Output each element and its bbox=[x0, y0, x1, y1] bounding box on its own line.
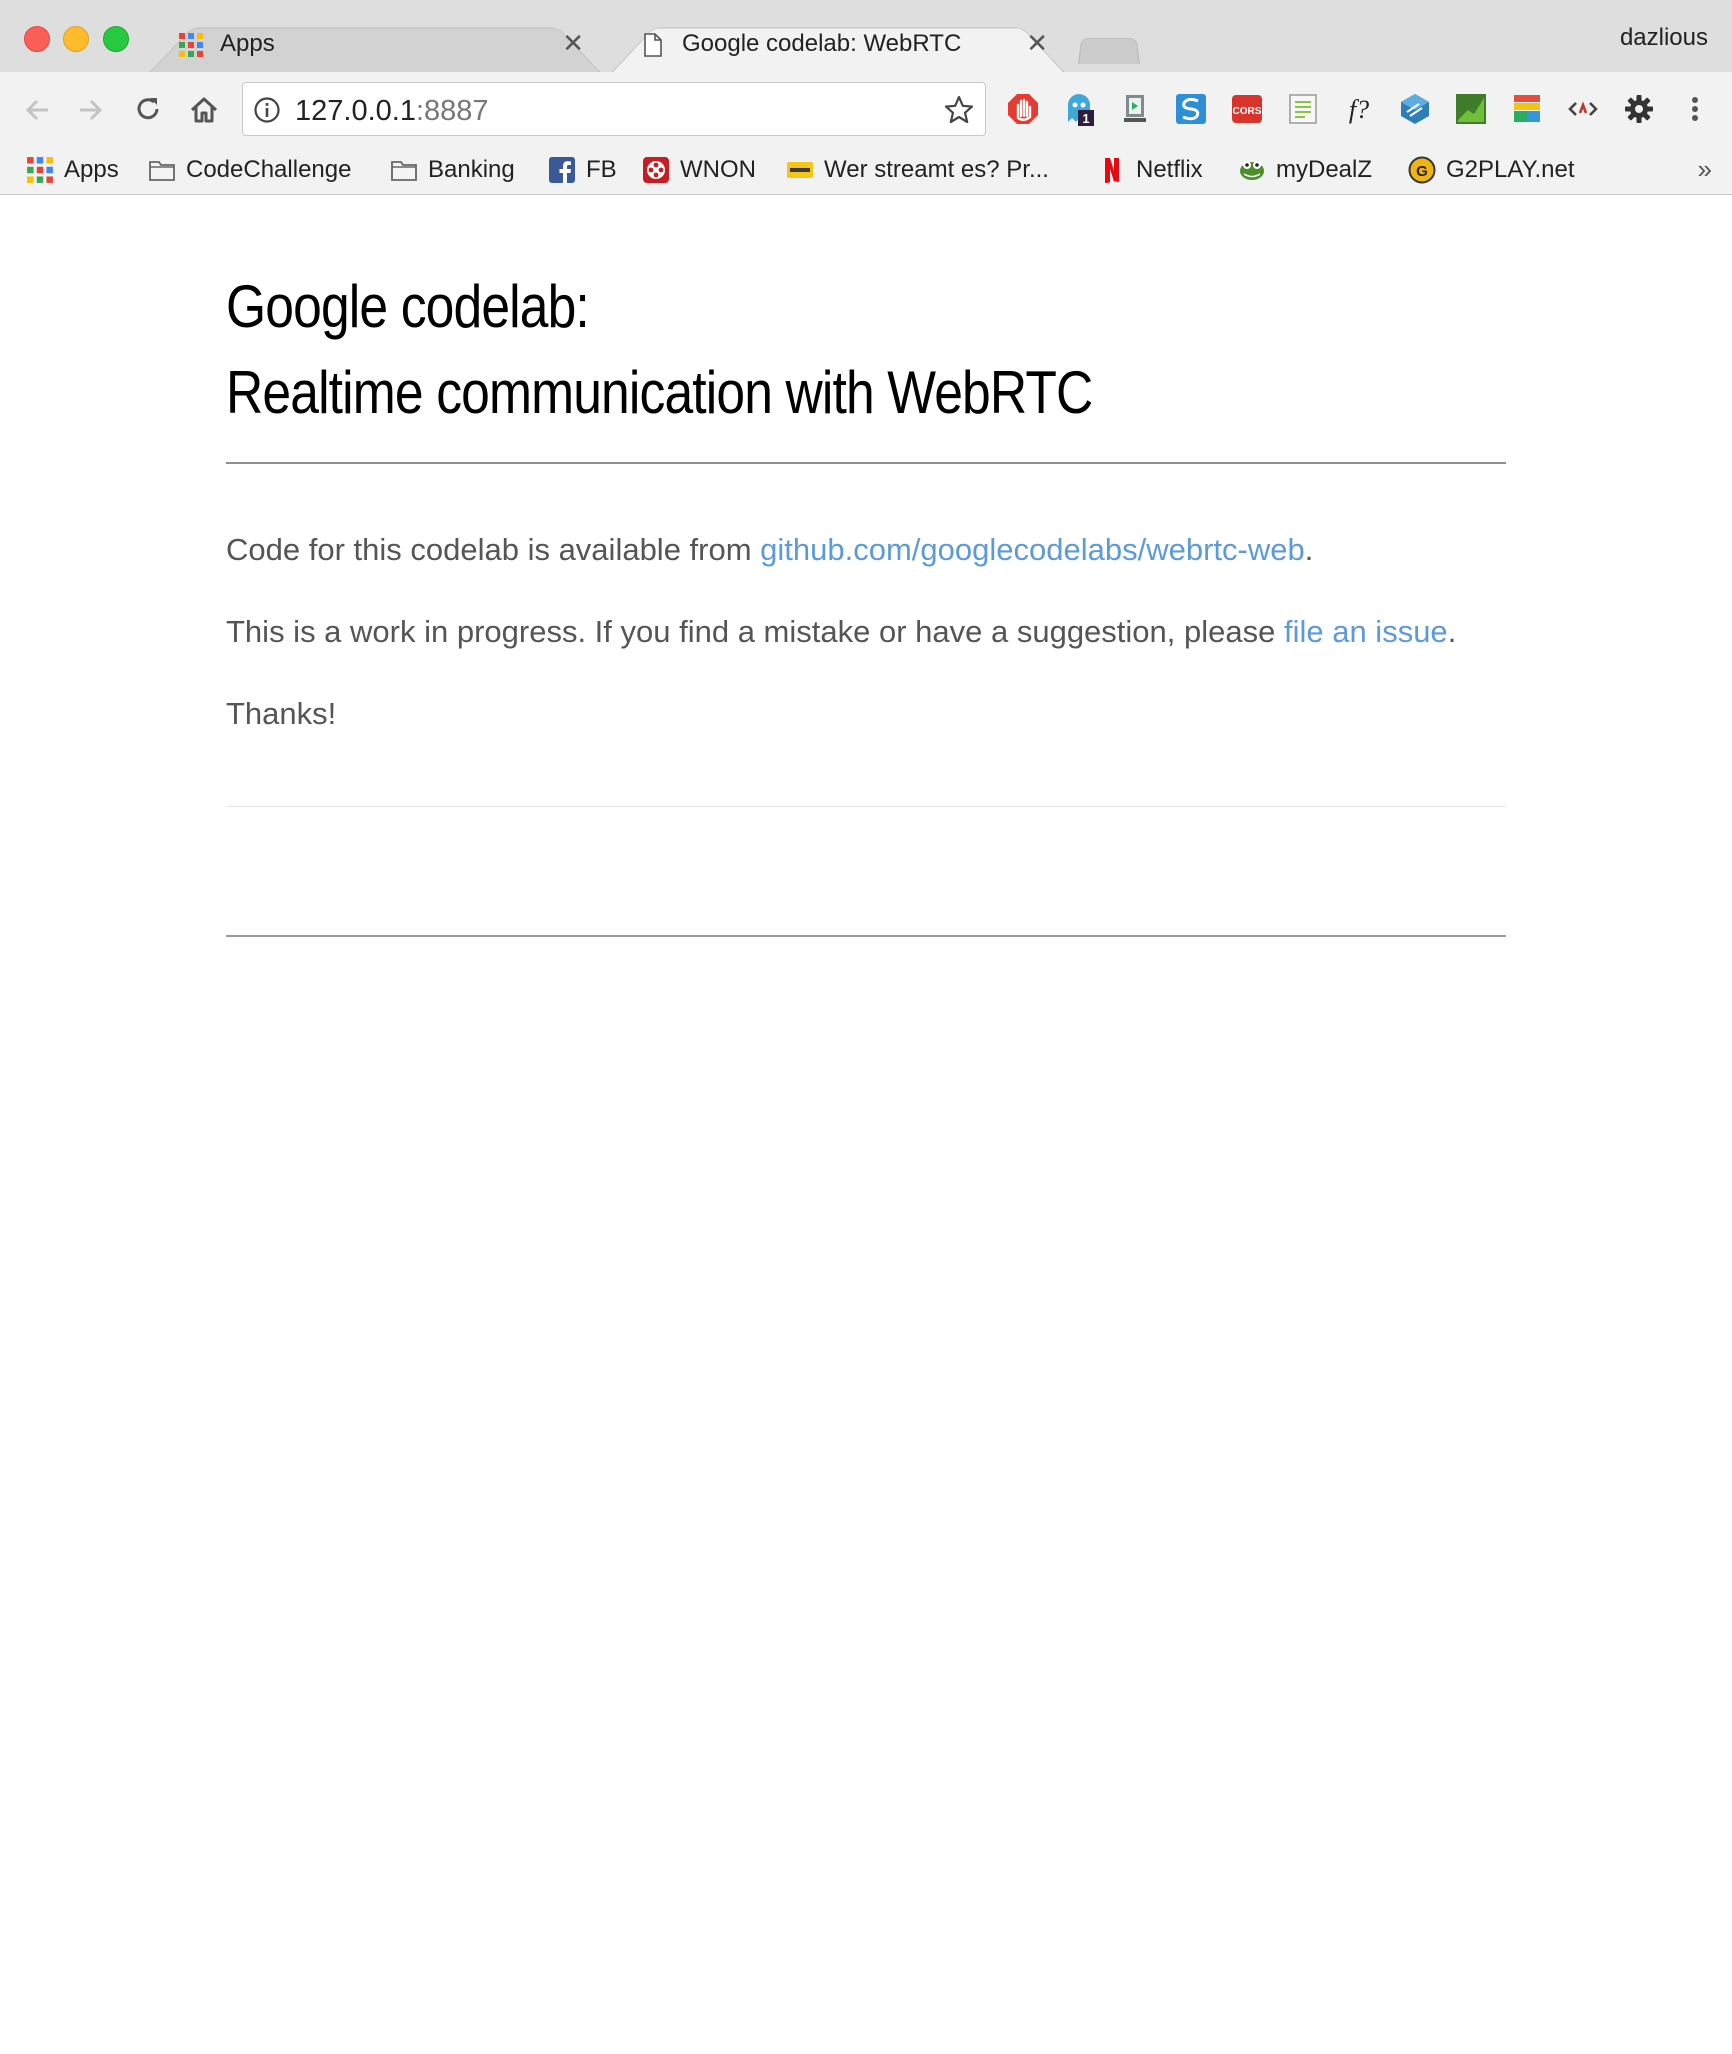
bookmark-wer-streamt-es[interactable]: Wer streamt es? Pr... bbox=[786, 150, 1049, 190]
folder-icon bbox=[149, 161, 175, 181]
netflix-icon bbox=[1105, 158, 1119, 183]
ticket-icon bbox=[787, 162, 813, 178]
bookmark-g2play[interactable]: G G2PLAY.net bbox=[1408, 150, 1575, 190]
github-repo-link[interactable]: github.com/googlecodelabs/webrtc-web bbox=[760, 532, 1305, 567]
folder-icon bbox=[391, 161, 417, 181]
notes-icon[interactable] bbox=[1286, 92, 1320, 126]
paragraph-text: This is a work in progress. If you find … bbox=[226, 614, 1284, 649]
bookmark-label: Netflix bbox=[1136, 156, 1203, 183]
window-maximize-button[interactable] bbox=[103, 26, 129, 52]
footer-divider bbox=[226, 935, 1506, 937]
crocodile-icon bbox=[1240, 161, 1264, 180]
bookmark-mydealz[interactable]: myDealZ bbox=[1238, 150, 1372, 190]
bookmark-label: myDealZ bbox=[1276, 156, 1373, 183]
url-host: 127.0.0.1 bbox=[295, 95, 416, 127]
bookmark-netflix[interactable]: Netflix bbox=[1098, 150, 1203, 190]
bookmark-folder-codechallenge[interactable]: CodeChallenge bbox=[148, 150, 351, 190]
color-stack-icon[interactable] bbox=[1510, 92, 1544, 126]
ghostery-icon[interactable]: 1 bbox=[1062, 92, 1096, 126]
tab-title: Google codelab: WebRTC bbox=[682, 30, 962, 57]
page-title-line-2: Realtime communication with WebRTC bbox=[226, 359, 1093, 426]
back-arrow-icon[interactable] bbox=[20, 92, 56, 128]
facebook-icon bbox=[549, 157, 575, 183]
tab-title: Apps bbox=[220, 30, 275, 57]
tab-close-icon[interactable]: ✕ bbox=[562, 28, 584, 58]
bookmark-label: WNON bbox=[680, 156, 756, 183]
info-icon[interactable] bbox=[253, 96, 281, 124]
window-minimize-button[interactable] bbox=[63, 26, 89, 52]
window-close-button[interactable] bbox=[24, 26, 50, 52]
bookmark-wnon[interactable]: WNON bbox=[642, 150, 756, 190]
content-divider bbox=[226, 806, 1506, 807]
bookmark-label: FB bbox=[586, 156, 617, 183]
bookmark-folder-banking[interactable]: Banking bbox=[390, 150, 515, 190]
tab-strip: Apps ✕ Google codelab: WebRTC ✕ dazlious bbox=[0, 0, 1732, 72]
svg-text:CORS: CORS bbox=[1233, 106, 1262, 117]
apps-grid-icon bbox=[27, 157, 53, 183]
chart-trend-icon[interactable] bbox=[1454, 92, 1488, 126]
tab-google-codelab-webrtc[interactable]: Google codelab: WebRTC ✕ bbox=[612, 16, 1064, 72]
new-tab-button[interactable] bbox=[1078, 34, 1140, 64]
url-port: :8887 bbox=[415, 95, 489, 127]
thanks-paragraph: Thanks! bbox=[226, 696, 337, 731]
film-reel-icon bbox=[643, 157, 669, 183]
profile-name[interactable]: dazlious bbox=[1620, 24, 1708, 52]
bookmarks-bar: Apps CodeChallenge Banking FB WNON Wer s… bbox=[0, 148, 1732, 195]
svg-text:f?: f? bbox=[1349, 95, 1369, 124]
paragraph-end: . bbox=[1447, 614, 1457, 649]
file-an-issue-link[interactable]: file an issue bbox=[1284, 614, 1448, 649]
forward-arrow-icon[interactable] bbox=[72, 92, 108, 128]
home-icon[interactable] bbox=[186, 92, 222, 128]
bookmark-label: Wer streamt es? Pr... bbox=[824, 156, 1049, 183]
page-title-line-1: Google codelab: bbox=[226, 273, 590, 340]
code-tag-icon[interactable] bbox=[1566, 92, 1600, 126]
document-icon bbox=[644, 33, 662, 57]
bookmark-apps[interactable]: Apps bbox=[26, 150, 119, 190]
address-bar[interactable]: 127.0.0.1:8887 bbox=[242, 82, 986, 136]
bookmark-fb[interactable]: FB bbox=[548, 150, 617, 190]
code-availability-paragraph: Code for this codelab is available from … bbox=[226, 532, 1313, 568]
s-icon[interactable] bbox=[1174, 92, 1208, 126]
work-in-progress-paragraph: This is a work in progress. If you find … bbox=[226, 614, 1456, 650]
tag-cube-icon[interactable] bbox=[1398, 92, 1432, 126]
page-title: Google codelab: Realtime communication w… bbox=[226, 264, 1093, 436]
font-identifier-icon[interactable]: f? bbox=[1342, 92, 1376, 126]
cors-icon[interactable]: CORS bbox=[1230, 92, 1264, 126]
gear-icon[interactable] bbox=[1622, 92, 1656, 126]
bookmark-label: CodeChallenge bbox=[186, 156, 352, 183]
tab-close-icon[interactable]: ✕ bbox=[1026, 28, 1048, 58]
paragraph-text: Code for this codelab is available from bbox=[226, 532, 761, 567]
tab-apps[interactable]: Apps ✕ bbox=[150, 16, 600, 72]
title-divider bbox=[226, 462, 1506, 464]
bookmark-star-icon[interactable] bbox=[943, 94, 975, 126]
g2play-icon: G bbox=[1408, 156, 1436, 184]
bookmarks-overflow-chevron-icon[interactable]: » bbox=[1698, 154, 1712, 185]
reload-icon[interactable] bbox=[130, 92, 166, 128]
svg-text:G: G bbox=[1416, 163, 1428, 180]
paragraph-end: . bbox=[1304, 532, 1314, 567]
url-text[interactable]: 127.0.0.1:8887 bbox=[295, 95, 489, 128]
bookmark-label: G2PLAY.net bbox=[1446, 156, 1575, 183]
page-tool-icon[interactable] bbox=[1118, 92, 1152, 126]
svg-text:1: 1 bbox=[1082, 111, 1089, 126]
adblock-icon[interactable] bbox=[1006, 92, 1040, 126]
menu-dots-icon[interactable] bbox=[1678, 92, 1712, 126]
bookmark-label: Apps bbox=[64, 156, 119, 183]
apps-grid-icon bbox=[179, 33, 203, 57]
bookmark-label: Banking bbox=[428, 156, 515, 183]
